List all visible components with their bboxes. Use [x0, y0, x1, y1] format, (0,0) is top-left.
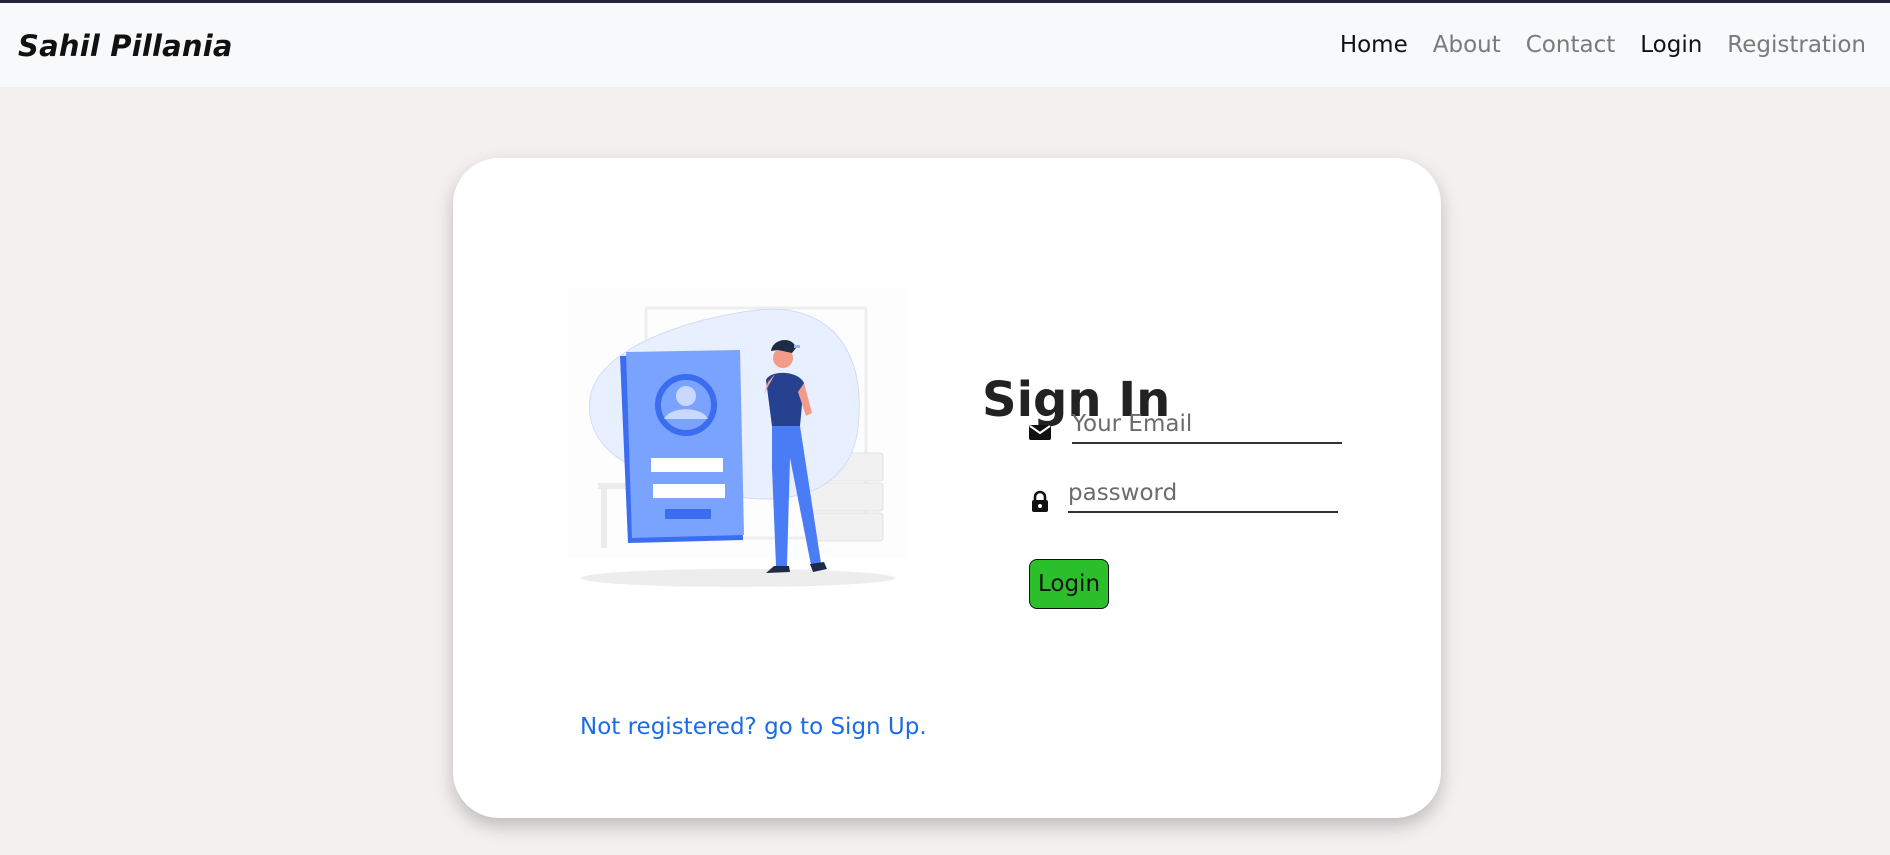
password-input[interactable] [1068, 477, 1338, 513]
nav-links: Home About Contact Login Registration [1315, 32, 1866, 58]
lock-icon [1032, 490, 1048, 512]
brand-logo[interactable]: Sahil Pillania [18, 29, 233, 63]
signin-illustration [568, 288, 908, 587]
email-input[interactable] [1072, 408, 1342, 444]
navbar: Sahil Pillania Home About Contact Login … [0, 3, 1890, 87]
signin-card: Sign In Login Not registered? go to Sign… [453, 158, 1441, 818]
nav-link-login[interactable]: Login [1640, 32, 1702, 58]
nav-link-home[interactable]: Home [1340, 32, 1408, 58]
signup-link[interactable]: Not registered? go to Sign Up. [580, 714, 927, 740]
nav-link-about[interactable]: About [1433, 32, 1501, 58]
login-button[interactable]: Login [1029, 559, 1109, 609]
nav-link-registration[interactable]: Registration [1727, 32, 1866, 58]
envelope-icon [1029, 425, 1051, 440]
nav-link-contact[interactable]: Contact [1526, 32, 1615, 58]
email-field-group [1028, 408, 1342, 444]
password-field-group [1028, 477, 1338, 513]
